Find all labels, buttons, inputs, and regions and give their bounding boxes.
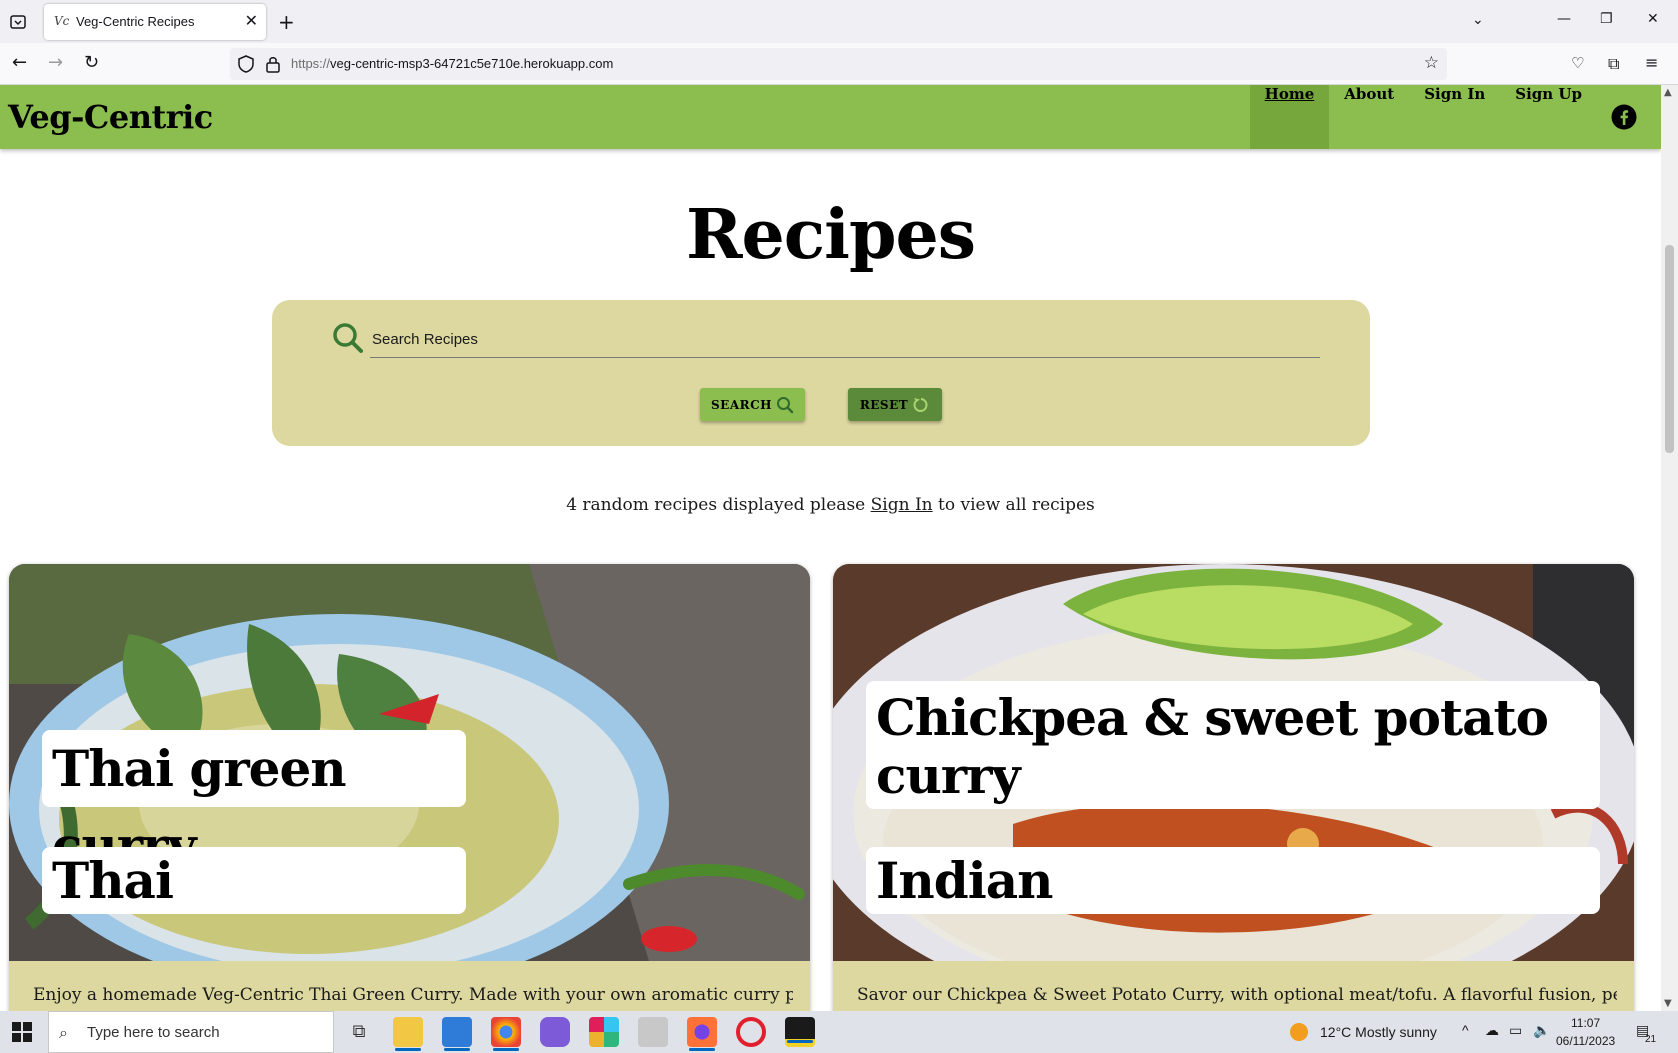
copilot-icon[interactable] (540, 1017, 570, 1047)
recipe-image[interactable]: Chickpea & sweet potato curry Indian (833, 564, 1634, 961)
nav-home-link[interactable]: Home (1249, 85, 1330, 149)
reset-icon (913, 397, 928, 412)
close-tab-icon[interactable]: ✕ (245, 11, 258, 30)
clock-date: 06/11/2023 (1556, 1034, 1616, 1048)
brand-logo[interactable]: Veg-Centric (8, 98, 213, 136)
recipe-card[interactable]: Thai green curry Thai Enjoy a homemade V… (9, 564, 810, 1011)
taskbar: ⌕ Type here to search ⧉ 12°C Mostly sunn… (0, 1011, 1678, 1053)
back-icon[interactable]: ← (12, 52, 27, 73)
volume-icon[interactable]: 🔈 (1533, 1022, 1550, 1039)
taskbar-search-placeholder: Type here to search (87, 1024, 220, 1041)
browser-tab[interactable]: Vc Veg-Centric Recipes ✕ (44, 4, 266, 40)
recipe-name: Thai green curry (42, 730, 466, 875)
onedrive-icon[interactable]: ☁ (1485, 1022, 1499, 1039)
search-input[interactable] (370, 322, 1320, 358)
web-page: Veg-Centric Home About Sign In Sign Up R… (0, 85, 1661, 1011)
recipe-cuisine: Thai (42, 847, 466, 914)
close-window-icon[interactable]: ✕ (1647, 11, 1659, 27)
main-nav: Home About Sign In Sign Up (1249, 85, 1661, 149)
scroll-up-icon[interactable]: ▲ (1664, 87, 1672, 98)
chrome-icon[interactable] (491, 1017, 521, 1051)
task-view-icon[interactable]: ⧉ (344, 1017, 374, 1047)
restore-icon[interactable]: ❐ (1600, 11, 1613, 27)
minimize-icon[interactable]: — (1557, 11, 1571, 27)
url-bar[interactable]: https://veg-centric-msp3-64721c5e710e.he… (230, 48, 1447, 80)
info-suffix: to view all recipes (938, 495, 1095, 515)
search-panel: SEARCH RESET (272, 300, 1370, 446)
recipe-card[interactable]: Chickpea & sweet potato curry Indian Sav… (833, 564, 1634, 1011)
forward-icon[interactable]: → (48, 52, 63, 73)
browser-tab-bar: Vc Veg-Centric Recipes ✕ + ⌄ — ❐ ✕ (0, 0, 1678, 43)
sticky-notes-icon[interactable] (785, 1017, 815, 1047)
info-sign-in-link[interactable]: Sign In (871, 495, 933, 515)
file-explorer-icon[interactable] (393, 1017, 423, 1051)
recipe-name-line: curry (876, 746, 1021, 805)
search-icon (333, 323, 363, 353)
search-button[interactable]: SEARCH (700, 388, 805, 421)
chevron-down-icon[interactable]: ⌄ (1472, 12, 1484, 28)
notification-count: 21 (1645, 1034, 1657, 1045)
nav-sign-in-link[interactable]: Sign In (1409, 85, 1500, 149)
pocket-icon[interactable]: ♡ (1571, 54, 1584, 72)
page-scrollbar[interactable]: ▲ ▼ (1661, 85, 1678, 1011)
bookmark-star-icon[interactable]: ☆ (1424, 53, 1439, 73)
weather-text[interactable]: 12°C Mostly sunny (1320, 1024, 1437, 1040)
system-clock[interactable]: 11:07 06/11/2023 (1556, 1014, 1615, 1050)
recipe-card-body: Savor our Chickpea & Sweet Potato Curry,… (833, 961, 1634, 1011)
search-icon: ⌕ (59, 1023, 68, 1042)
scrollbar-thumb[interactable] (1665, 245, 1674, 453)
tab-list-icon[interactable] (8, 12, 28, 32)
taskbar-search-box[interactable]: ⌕ Type here to search (48, 1011, 334, 1053)
network-icon[interactable]: ▭ (1509, 1022, 1522, 1039)
windows-start-icon[interactable] (12, 1022, 32, 1042)
reset-button-label: RESET (859, 397, 909, 412)
nav-sign-up-link[interactable]: Sign Up (1500, 85, 1597, 149)
page-title: Recipes (685, 195, 976, 275)
recipe-name-line: Chickpea & sweet potato (876, 688, 1549, 747)
shield-icon[interactable] (238, 55, 254, 73)
url-host: veg-centric-msp3-64721c5e710e.herokuapp.… (330, 56, 614, 71)
recipe-name: Chickpea & sweet potato curry (866, 681, 1600, 809)
recipe-cuisine: Indian (866, 847, 1600, 914)
opera-icon[interactable] (736, 1017, 766, 1047)
reset-button[interactable]: RESET (848, 388, 942, 421)
mail-icon[interactable] (442, 1017, 472, 1051)
chevron-up-icon[interactable]: ^ (1462, 1022, 1469, 1038)
url-protocol: https:// (291, 56, 331, 71)
scroll-down-icon[interactable]: ▼ (1664, 998, 1672, 1009)
slack-icon[interactable] (589, 1017, 619, 1047)
browser-toolbar: ← → ↻ https://veg-centric-msp3-64721c5e7… (0, 43, 1678, 85)
site-header: Veg-Centric Home About Sign In Sign Up (0, 85, 1661, 149)
reload-icon[interactable]: ↻ (84, 52, 99, 73)
new-tab-icon[interactable]: + (278, 10, 295, 34)
lock-icon[interactable] (266, 55, 280, 73)
app-icon[interactable] (638, 1017, 668, 1047)
url-text[interactable]: https://veg-centric-msp3-64721c5e710e.he… (291, 56, 613, 71)
recipes-info-text: 4 random recipes displayed please Sign I… (0, 495, 1661, 515)
recipe-image[interactable]: Thai green curry Thai (9, 564, 810, 961)
menu-icon[interactable]: ≡ (1645, 53, 1658, 72)
search-icon (776, 396, 794, 413)
tab-title: Veg-Centric Recipes (76, 14, 195, 29)
firefox-icon[interactable] (687, 1017, 717, 1051)
info-prefix: 4 random recipes displayed please (566, 495, 866, 515)
nav-about-link[interactable]: About (1329, 85, 1409, 149)
weather-icon[interactable] (1290, 1023, 1308, 1041)
site-favicon-icon: Vc (54, 14, 70, 28)
recipe-description: Enjoy a homemade Veg-Centric Thai Green … (33, 985, 793, 1005)
clock-time: 11:07 (1571, 1016, 1601, 1030)
extensions-icon[interactable]: ⧉ (1608, 54, 1619, 74)
facebook-icon[interactable] (1611, 104, 1637, 130)
recipe-description: Savor our Chickpea & Sweet Potato Curry,… (857, 985, 1617, 1005)
recipe-card-body: Enjoy a homemade Veg-Centric Thai Green … (9, 961, 810, 1011)
search-button-label: SEARCH (711, 397, 772, 412)
